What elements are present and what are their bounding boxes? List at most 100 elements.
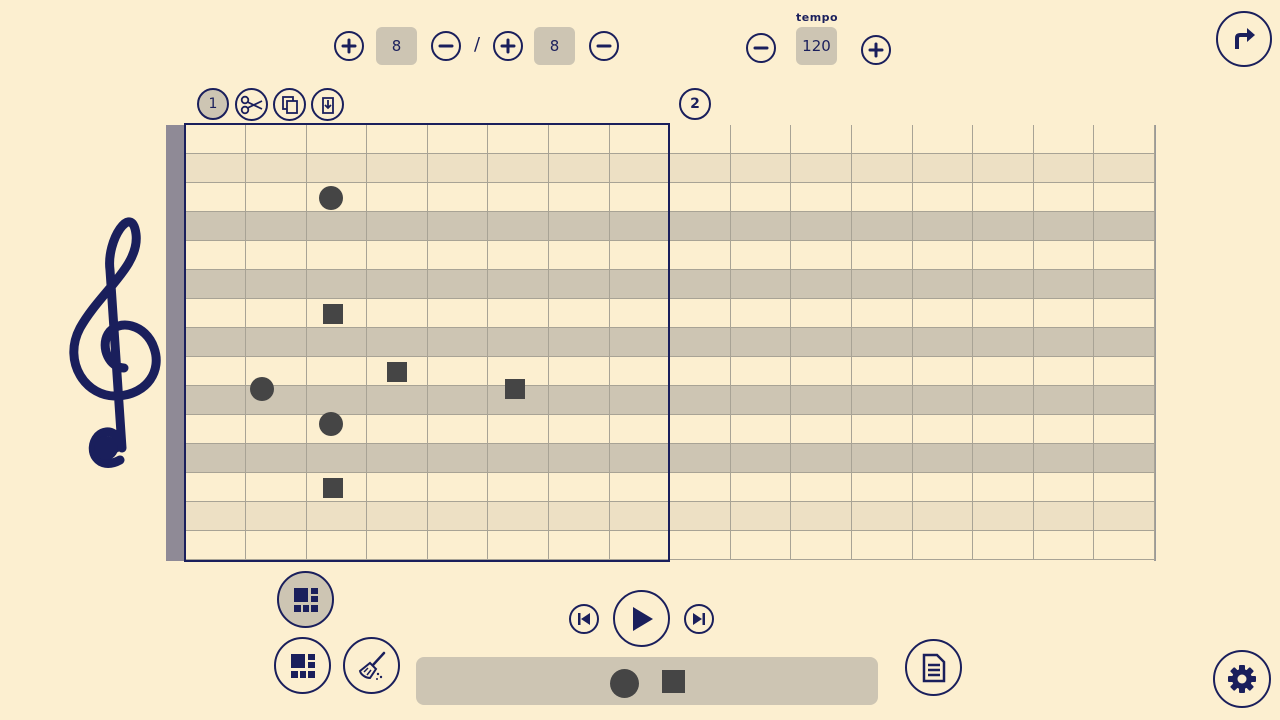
settings-button[interactable] [1213,650,1271,708]
grid-cell[interactable] [548,531,610,560]
grid-cell[interactable] [912,299,974,328]
grid-cell[interactable] [488,328,550,357]
grid-cell[interactable] [791,241,853,270]
grid-cell[interactable] [669,212,731,241]
grid-cell[interactable] [730,386,792,415]
grid-cell[interactable] [851,241,913,270]
grid-cell[interactable] [669,241,731,270]
grid-cell[interactable] [912,415,974,444]
grid-cell[interactable] [791,125,853,154]
grid-cell[interactable] [427,386,489,415]
grid-cell[interactable] [427,183,489,212]
grid-cell[interactable] [791,502,853,531]
grid-cell[interactable] [1094,357,1156,386]
grid-cell[interactable] [1033,241,1095,270]
grid-cell[interactable] [912,473,974,502]
grid-cell[interactable] [245,183,307,212]
grid-cell[interactable] [488,125,550,154]
grid-cell[interactable] [1094,328,1156,357]
play-button[interactable] [613,590,670,647]
circle-note[interactable] [318,411,343,436]
grid-cell[interactable] [609,415,671,444]
grid-cell[interactable] [366,444,428,473]
grid-cell[interactable] [366,183,428,212]
measure-2-button[interactable]: 2 [679,88,711,120]
grid-cell[interactable] [609,183,671,212]
grid-cell[interactable] [730,444,792,473]
tempo-increase-button[interactable] [861,35,891,65]
grid-cell[interactable] [306,502,368,531]
grid-cell[interactable] [730,212,792,241]
grid-cell[interactable] [1094,241,1156,270]
grid-cell[interactable] [972,357,1034,386]
grid-cell[interactable] [669,531,731,560]
grid-cell[interactable] [427,154,489,183]
grid-cell[interactable] [851,328,913,357]
grid-cell[interactable] [306,357,368,386]
grid-cell[interactable] [972,328,1034,357]
grid-cell[interactable] [548,386,610,415]
grid-cell[interactable] [548,212,610,241]
grid-cell[interactable] [730,415,792,444]
grid-cell[interactable] [912,502,974,531]
grid-cell[interactable] [912,444,974,473]
grid-cell[interactable] [245,328,307,357]
numerator-decrease-button[interactable] [431,31,461,61]
grid-cell[interactable] [669,270,731,299]
grid-cell[interactable] [488,212,550,241]
grid-cell[interactable] [972,212,1034,241]
grid-cell[interactable] [427,270,489,299]
denominator-decrease-button[interactable] [589,31,619,61]
grid-cell[interactable] [912,212,974,241]
grid-cell[interactable] [488,473,550,502]
grid-cell[interactable] [972,270,1034,299]
grid-cell[interactable] [972,473,1034,502]
grid-cell[interactable] [366,502,428,531]
grid-cell[interactable] [730,531,792,560]
grid-cell[interactable] [185,183,247,212]
score-sheet-button[interactable] [905,639,962,696]
grid-cell[interactable] [851,299,913,328]
grid-cell[interactable] [972,154,1034,183]
grid-cell[interactable] [306,154,368,183]
tempo-decrease-button[interactable] [746,33,776,63]
grid-cell[interactable] [245,125,307,154]
grid-cell[interactable] [185,241,247,270]
grid-cell[interactable] [488,415,550,444]
grid-cell[interactable] [851,473,913,502]
grid-cell[interactable] [306,241,368,270]
grid-cell[interactable] [548,154,610,183]
grid-cell[interactable] [730,328,792,357]
grid-cell[interactable] [1094,125,1156,154]
grid-cell[interactable] [185,328,247,357]
grid-cell[interactable] [185,270,247,299]
grid-cell[interactable] [427,328,489,357]
grid-cell[interactable] [791,299,853,328]
grid-cell[interactable] [548,444,610,473]
grid-cell[interactable] [427,415,489,444]
grid-cell[interactable] [972,386,1034,415]
paste-button[interactable] [311,88,344,121]
grid-cell[interactable] [185,299,247,328]
circle-note[interactable] [249,376,274,401]
grid-cell[interactable] [306,212,368,241]
grid-cell[interactable] [548,502,610,531]
grid-cell[interactable] [548,473,610,502]
grid-cell[interactable] [912,328,974,357]
grid-cell[interactable] [185,212,247,241]
grid-cell[interactable] [609,444,671,473]
grid-cell[interactable] [912,241,974,270]
grid-cell[interactable] [488,502,550,531]
grid-cell[interactable] [851,502,913,531]
grid-cell[interactable] [1033,183,1095,212]
grid-cell[interactable] [1094,386,1156,415]
grid-cell[interactable] [851,154,913,183]
grid-cell[interactable] [306,531,368,560]
grid-cell[interactable] [1094,415,1156,444]
grid-cell[interactable] [1033,270,1095,299]
grid-cell[interactable] [1094,299,1156,328]
grid-cell[interactable] [366,386,428,415]
grid-cell[interactable] [912,270,974,299]
grid-cell[interactable] [245,415,307,444]
grid-cell[interactable] [488,270,550,299]
